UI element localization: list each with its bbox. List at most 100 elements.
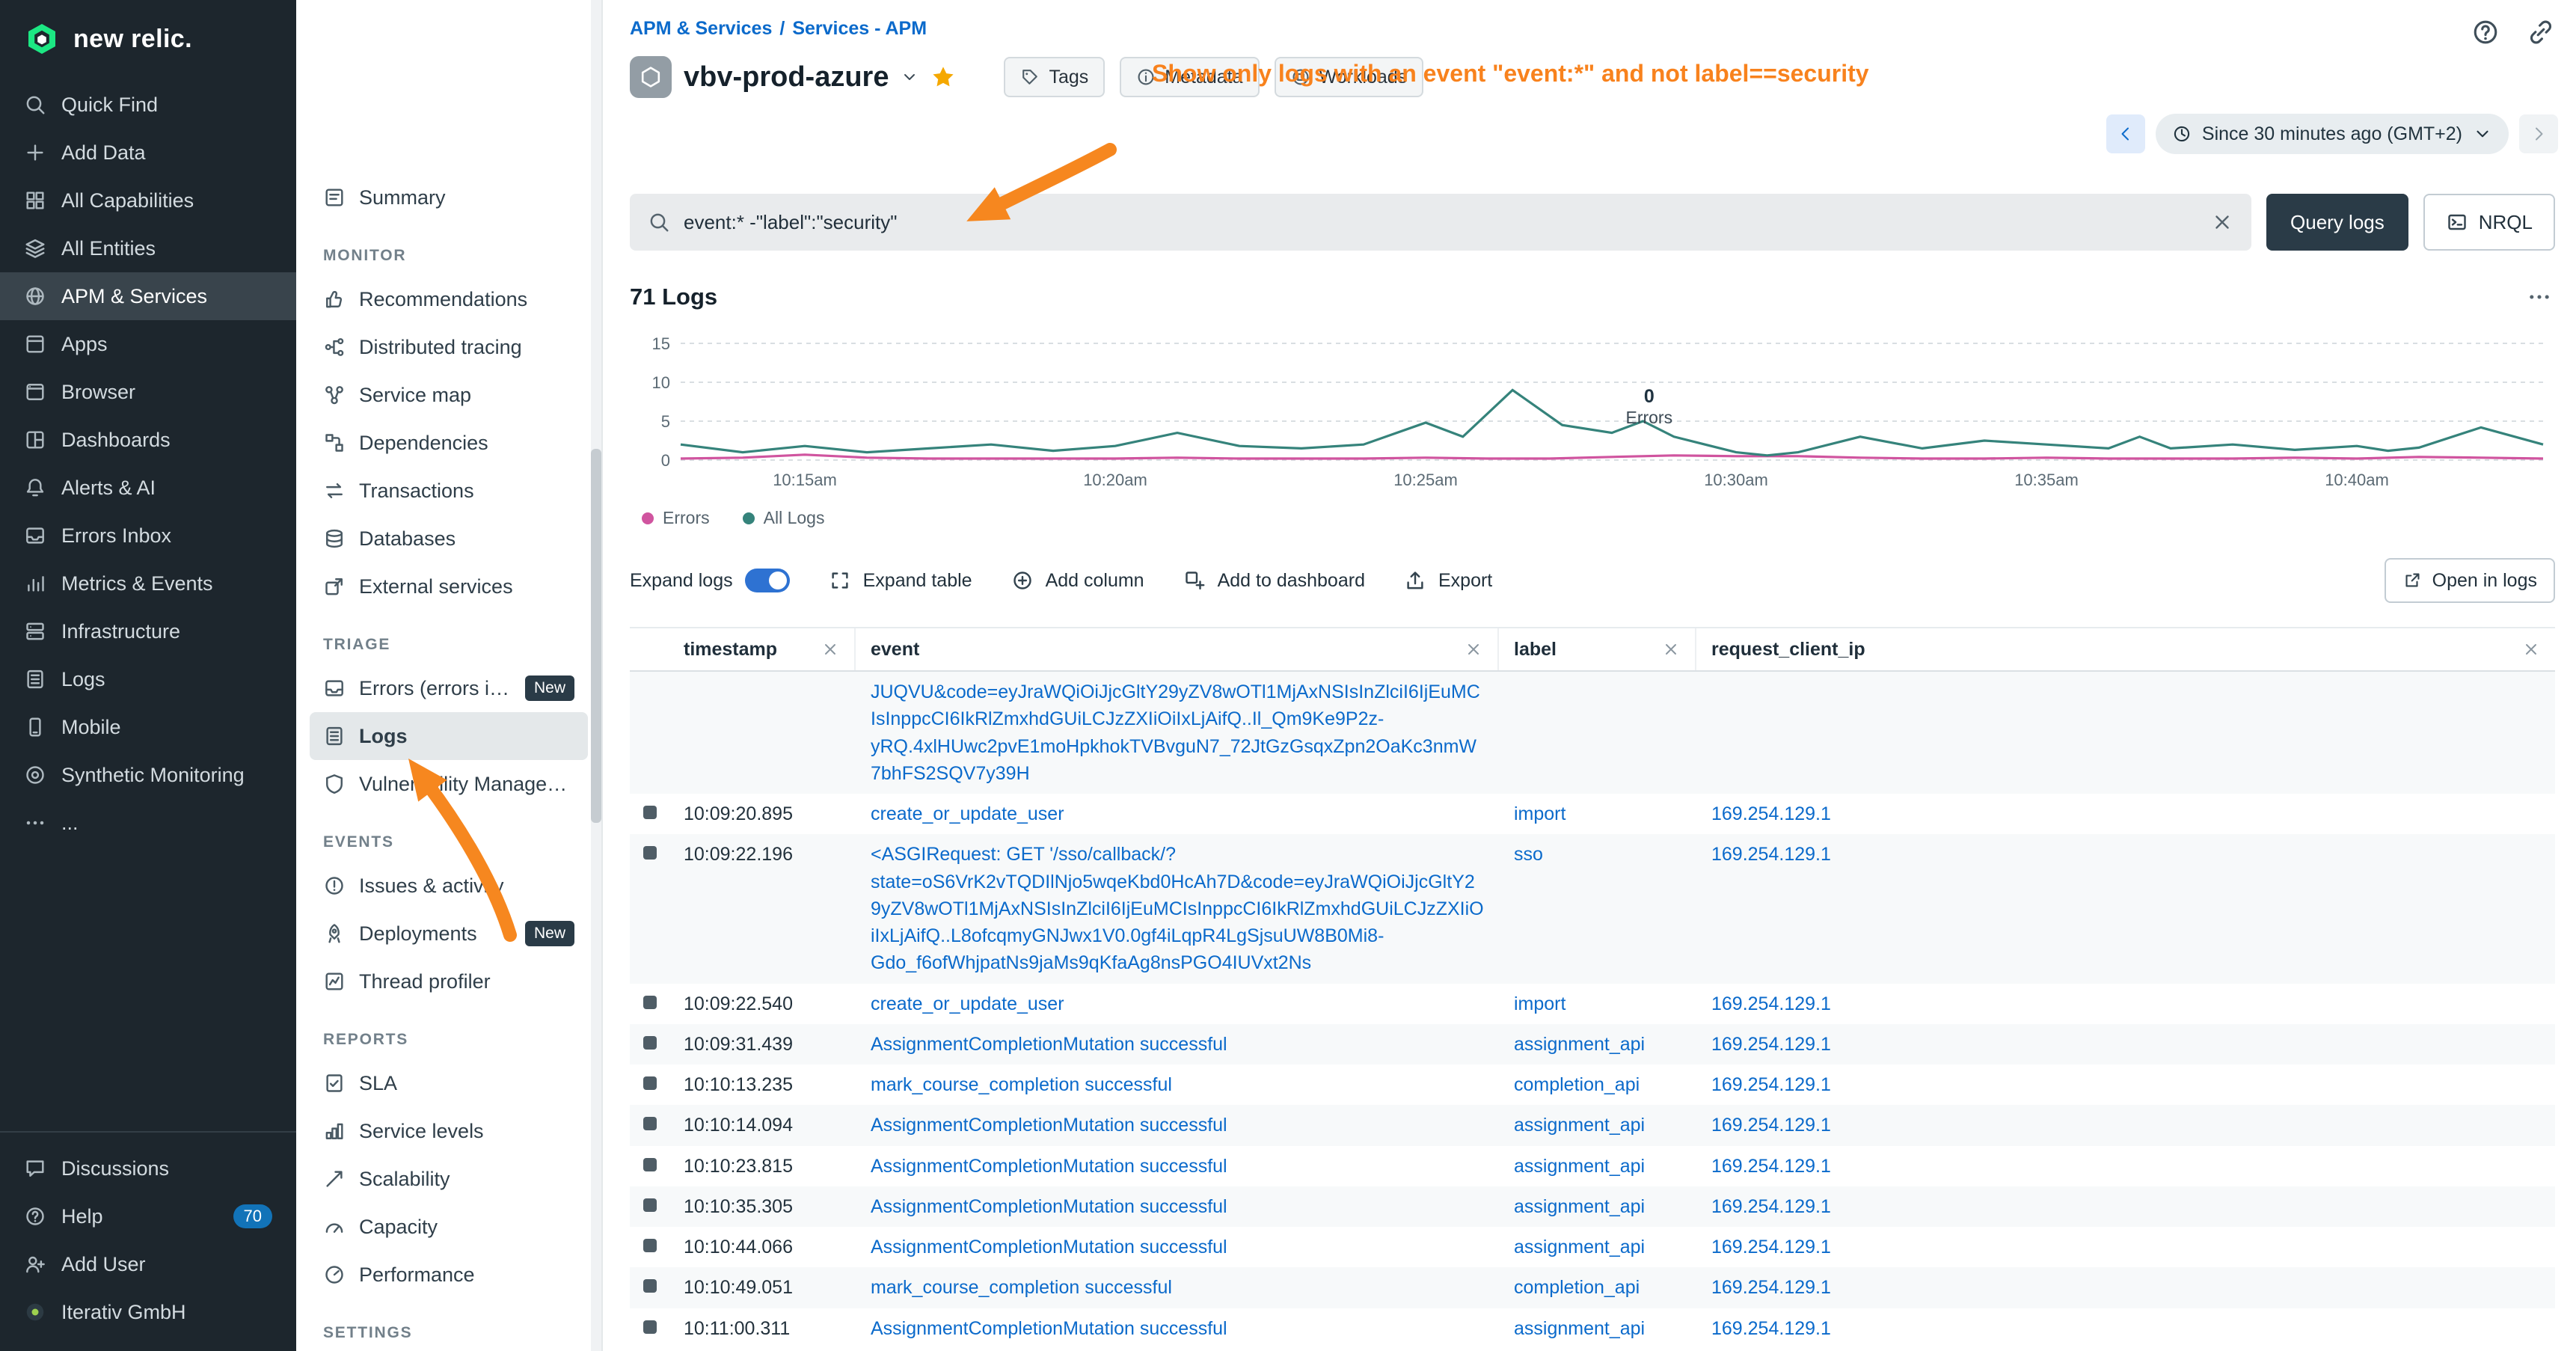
label-link[interactable]: assignment_api bbox=[1514, 1237, 1645, 1257]
event-link[interactable]: JUQVU&code=eyJraWQiOiJjcGltY29yZV8wOTl1M… bbox=[871, 681, 1480, 784]
ip-link[interactable]: 169.254.129.1 bbox=[1711, 1196, 1831, 1217]
sidebar-item-metrics-events[interactable]: Metrics & Events bbox=[0, 560, 296, 607]
copy-permalink-icon[interactable] bbox=[2527, 18, 2555, 46]
query-logs-button[interactable]: Query logs bbox=[2266, 194, 2408, 251]
label-link[interactable]: sso bbox=[1514, 844, 1543, 865]
ip-link[interactable]: 169.254.129.1 bbox=[1711, 1034, 1831, 1055]
table-row[interactable]: 10:10:13.235mark_course_completion succe… bbox=[630, 1064, 2555, 1105]
ip-link[interactable]: 169.254.129.1 bbox=[1711, 803, 1831, 824]
table-row[interactable]: 10:11:00.311AssignmentCompletionMutation… bbox=[630, 1308, 2555, 1349]
ip-link[interactable]: 169.254.129.1 bbox=[1711, 1237, 1831, 1257]
event-link[interactable]: AssignmentCompletionMutation successful bbox=[871, 1115, 1227, 1136]
sidebar-item-alerts-ai[interactable]: Alerts & AI bbox=[0, 464, 296, 512]
row-detail-icon[interactable] bbox=[643, 806, 657, 819]
table-row[interactable]: 10:10:23.815AssignmentCompletionMutation… bbox=[630, 1146, 2555, 1186]
sidebar-item-apm-services[interactable]: APM & Services bbox=[0, 272, 296, 320]
table-row[interactable]: 10:10:14.094AssignmentCompletionMutation… bbox=[630, 1105, 2555, 1145]
event-link[interactable]: AssignmentCompletionMutation successful bbox=[871, 1318, 1227, 1339]
time-forward-button[interactable] bbox=[2519, 114, 2558, 153]
time-back-button[interactable] bbox=[2106, 114, 2145, 153]
event-link[interactable]: create_or_update_user bbox=[871, 993, 1064, 1014]
row-detail-icon[interactable] bbox=[643, 1076, 657, 1090]
breadcrumb-services-apm[interactable]: Services - APM bbox=[792, 18, 927, 39]
event-link[interactable]: AssignmentCompletionMutation successful bbox=[871, 1196, 1227, 1217]
row-detail-icon[interactable] bbox=[643, 1320, 657, 1334]
event-link[interactable]: create_or_update_user bbox=[871, 803, 1064, 824]
sidebar-item-synthetic-monitoring[interactable]: Synthetic Monitoring bbox=[0, 751, 296, 799]
label-link[interactable]: assignment_api bbox=[1514, 1156, 1645, 1177]
scrollbar-thumb[interactable] bbox=[591, 449, 601, 823]
remove-column-icon[interactable] bbox=[821, 640, 839, 658]
subnav-item-sla[interactable]: SLA bbox=[310, 1059, 588, 1107]
row-detail-icon[interactable] bbox=[643, 1198, 657, 1212]
subnav-item-scalability[interactable]: Scalability bbox=[310, 1155, 588, 1203]
sidebar-item-browser[interactable]: Browser bbox=[0, 368, 296, 416]
row-detail-icon[interactable] bbox=[643, 1036, 657, 1050]
ip-link[interactable]: 169.254.129.1 bbox=[1711, 1156, 1831, 1177]
ip-link[interactable]: 169.254.129.1 bbox=[1711, 1277, 1831, 1298]
nrql-button[interactable]: NRQL bbox=[2423, 194, 2555, 251]
label-link[interactable]: completion_api bbox=[1514, 1074, 1640, 1095]
subnav-item-vulnerability-management[interactable]: Vulnerability Management bbox=[310, 760, 588, 808]
column-header-event[interactable]: event bbox=[856, 628, 1499, 670]
subnav-item-logs[interactable]: Logs bbox=[310, 712, 588, 760]
sidebar-item-all-entities[interactable]: All Entities bbox=[0, 224, 296, 272]
subnav-item-service-levels[interactable]: Service levels bbox=[310, 1107, 588, 1155]
event-link[interactable]: AssignmentCompletionMutation successful bbox=[871, 1156, 1227, 1177]
label-link[interactable]: assignment_api bbox=[1514, 1196, 1645, 1217]
table-row[interactable]: 10:10:49.051mark_course_completion succe… bbox=[630, 1267, 2555, 1308]
sidebar-item-infrastructure[interactable]: Infrastructure bbox=[0, 607, 296, 655]
table-row[interactable]: 10:10:44.066AssignmentCompletionMutation… bbox=[630, 1227, 2555, 1267]
subnav-item-summary[interactable]: Summary bbox=[310, 174, 588, 221]
logs-chart[interactable]: 05101510:15am10:20am10:25am10:30am10:35a… bbox=[630, 328, 2555, 496]
table-row[interactable]: 10:09:22.540create_or_update_userimport1… bbox=[630, 984, 2555, 1024]
sidebar-item-mobile[interactable]: Mobile bbox=[0, 703, 296, 751]
event-link[interactable]: mark_course_completion successful bbox=[871, 1277, 1172, 1298]
row-detail-icon[interactable] bbox=[643, 1279, 657, 1293]
legend-all-logs[interactable]: All Logs bbox=[743, 508, 825, 528]
legend-errors[interactable]: Errors bbox=[642, 508, 710, 528]
row-detail-icon[interactable] bbox=[643, 846, 657, 860]
ip-link[interactable]: 169.254.129.1 bbox=[1711, 1318, 1831, 1339]
subnav-item-distributed-tracing[interactable]: Distributed tracing bbox=[310, 323, 588, 371]
table-row[interactable]: JUQVU&code=eyJraWQiOiJjcGltY29yZV8wOTl1M… bbox=[630, 672, 2555, 794]
clear-query-icon[interactable] bbox=[2211, 211, 2233, 233]
sidebar-item-quick-find[interactable]: Quick Find bbox=[0, 81, 296, 129]
export-button[interactable]: Export bbox=[1404, 569, 1492, 592]
table-row[interactable]: 10:10:35.305AssignmentCompletionMutation… bbox=[630, 1186, 2555, 1227]
sidebar-item-discussions[interactable]: Discussions bbox=[0, 1145, 296, 1192]
event-link[interactable]: <ASGIRequest: GET '/sso/callback/?state=… bbox=[871, 844, 1484, 973]
tags-button[interactable]: Tags bbox=[1004, 57, 1105, 97]
row-detail-icon[interactable] bbox=[643, 1117, 657, 1130]
remove-column-icon[interactable] bbox=[2522, 640, 2540, 658]
ip-link[interactable]: 169.254.129.1 bbox=[1711, 844, 1831, 865]
subnav-item-dependencies[interactable]: Dependencies bbox=[310, 419, 588, 467]
subnav-item-databases[interactable]: Databases bbox=[310, 515, 588, 563]
table-row[interactable]: 10:09:31.439AssignmentCompletionMutation… bbox=[630, 1024, 2555, 1064]
subnav-item-service-map[interactable]: Service map bbox=[310, 371, 588, 419]
expand-table-button[interactable]: Expand table bbox=[829, 569, 972, 592]
row-detail-icon[interactable] bbox=[643, 996, 657, 1009]
label-link[interactable]: import bbox=[1514, 993, 1565, 1014]
table-row[interactable]: 10:09:22.196<ASGIRequest: GET '/sso/call… bbox=[630, 834, 2555, 983]
table-row[interactable]: 10:09:20.895create_or_update_userimport1… bbox=[630, 794, 2555, 834]
column-header-label[interactable]: label bbox=[1499, 628, 1696, 670]
more-options-button[interactable] bbox=[2527, 284, 2552, 310]
time-range-picker[interactable]: Since 30 minutes ago (GMT+2) bbox=[2156, 114, 2509, 154]
label-link[interactable]: assignment_api bbox=[1514, 1318, 1645, 1339]
subnav-item-recommendations[interactable]: Recommendations bbox=[310, 275, 588, 323]
remove-column-icon[interactable] bbox=[1662, 640, 1680, 658]
subnav-item-deployments[interactable]: DeploymentsNew bbox=[310, 910, 588, 958]
breadcrumb-apm-services[interactable]: APM & Services bbox=[630, 18, 772, 39]
sidebar-item-add-data[interactable]: Add Data bbox=[0, 129, 296, 177]
subnav-item-performance[interactable]: Performance bbox=[310, 1251, 588, 1299]
entity-name[interactable]: vbv-prod-azure bbox=[684, 61, 889, 94]
label-link[interactable]: import bbox=[1514, 803, 1565, 824]
row-detail-icon[interactable] bbox=[643, 1158, 657, 1171]
favorite-star-icon[interactable] bbox=[930, 64, 956, 90]
sidebar-item-all-capabilities[interactable]: All Capabilities bbox=[0, 177, 296, 224]
sidebar-item-iterativ-gmbh[interactable]: Iterativ GmbH bbox=[0, 1288, 296, 1336]
expand-logs-toggle[interactable]: Expand logs bbox=[630, 569, 790, 592]
subnav-item-transactions[interactable]: Transactions bbox=[310, 467, 588, 515]
row-detail-icon[interactable] bbox=[643, 1239, 657, 1252]
